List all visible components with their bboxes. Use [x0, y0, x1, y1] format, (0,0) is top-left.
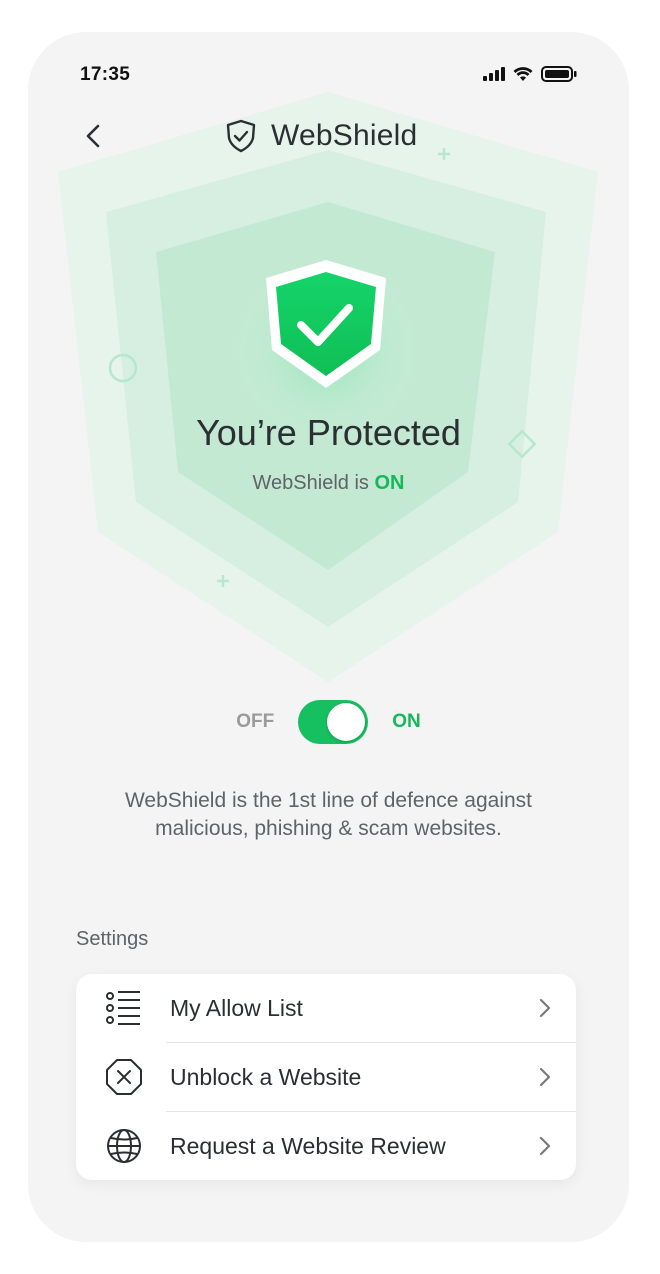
header-brand: WebShield	[223, 118, 417, 154]
wifi-icon	[513, 66, 533, 81]
shield-check-icon	[226, 119, 256, 153]
chevron-right-icon	[539, 998, 551, 1018]
settings-item-label: Request a Website Review	[170, 1132, 446, 1159]
status-time: 17:35	[80, 64, 131, 85]
settings-item-label: Unblock a Website	[170, 1063, 362, 1090]
signal-icon	[483, 67, 505, 81]
settings-item-label: My Allow List	[170, 994, 303, 1021]
status-bar: 17:35	[28, 32, 629, 112]
status-prefix: WebShield is	[252, 472, 369, 494]
back-arrow-icon[interactable]	[78, 120, 110, 152]
protection-status-title: You’re Protected	[196, 412, 461, 453]
toggle-knob	[327, 703, 366, 741]
toggle-off-label: OFF	[236, 711, 275, 732]
toggle-on-label: ON	[392, 711, 421, 732]
status-icons	[483, 66, 577, 82]
settings-item-request-review[interactable]: Request a Website Review	[76, 1112, 576, 1180]
webshield-toggle-switch[interactable]	[298, 700, 369, 744]
page-title: WebShield	[271, 119, 418, 152]
status-value: ON	[374, 472, 405, 494]
protection-status-subtitle: WebShield is ON	[28, 472, 629, 495]
settings-item-allow-list[interactable]: My Allow List	[76, 974, 576, 1042]
octagon-x-icon	[104, 1057, 144, 1097]
chevron-right-icon	[539, 1067, 551, 1087]
chevron-right-icon	[539, 1136, 551, 1156]
settings-heading: Settings	[76, 928, 149, 950]
nav-bar: WebShield	[28, 112, 629, 162]
settings-card: My Allow List Unblock a Website Request …	[76, 974, 576, 1180]
globe-icon	[104, 1126, 144, 1166]
webshield-toggle-row: OFF ON	[28, 700, 629, 744]
phone-screen: 17:35 WebShield You’re Protected WebShie…	[28, 32, 629, 1242]
list-icon	[104, 988, 144, 1028]
webshield-description: WebShield is the 1st line of defence aga…	[124, 789, 533, 840]
battery-icon	[541, 66, 577, 82]
settings-item-unblock-website[interactable]: Unblock a Website	[76, 1043, 576, 1111]
